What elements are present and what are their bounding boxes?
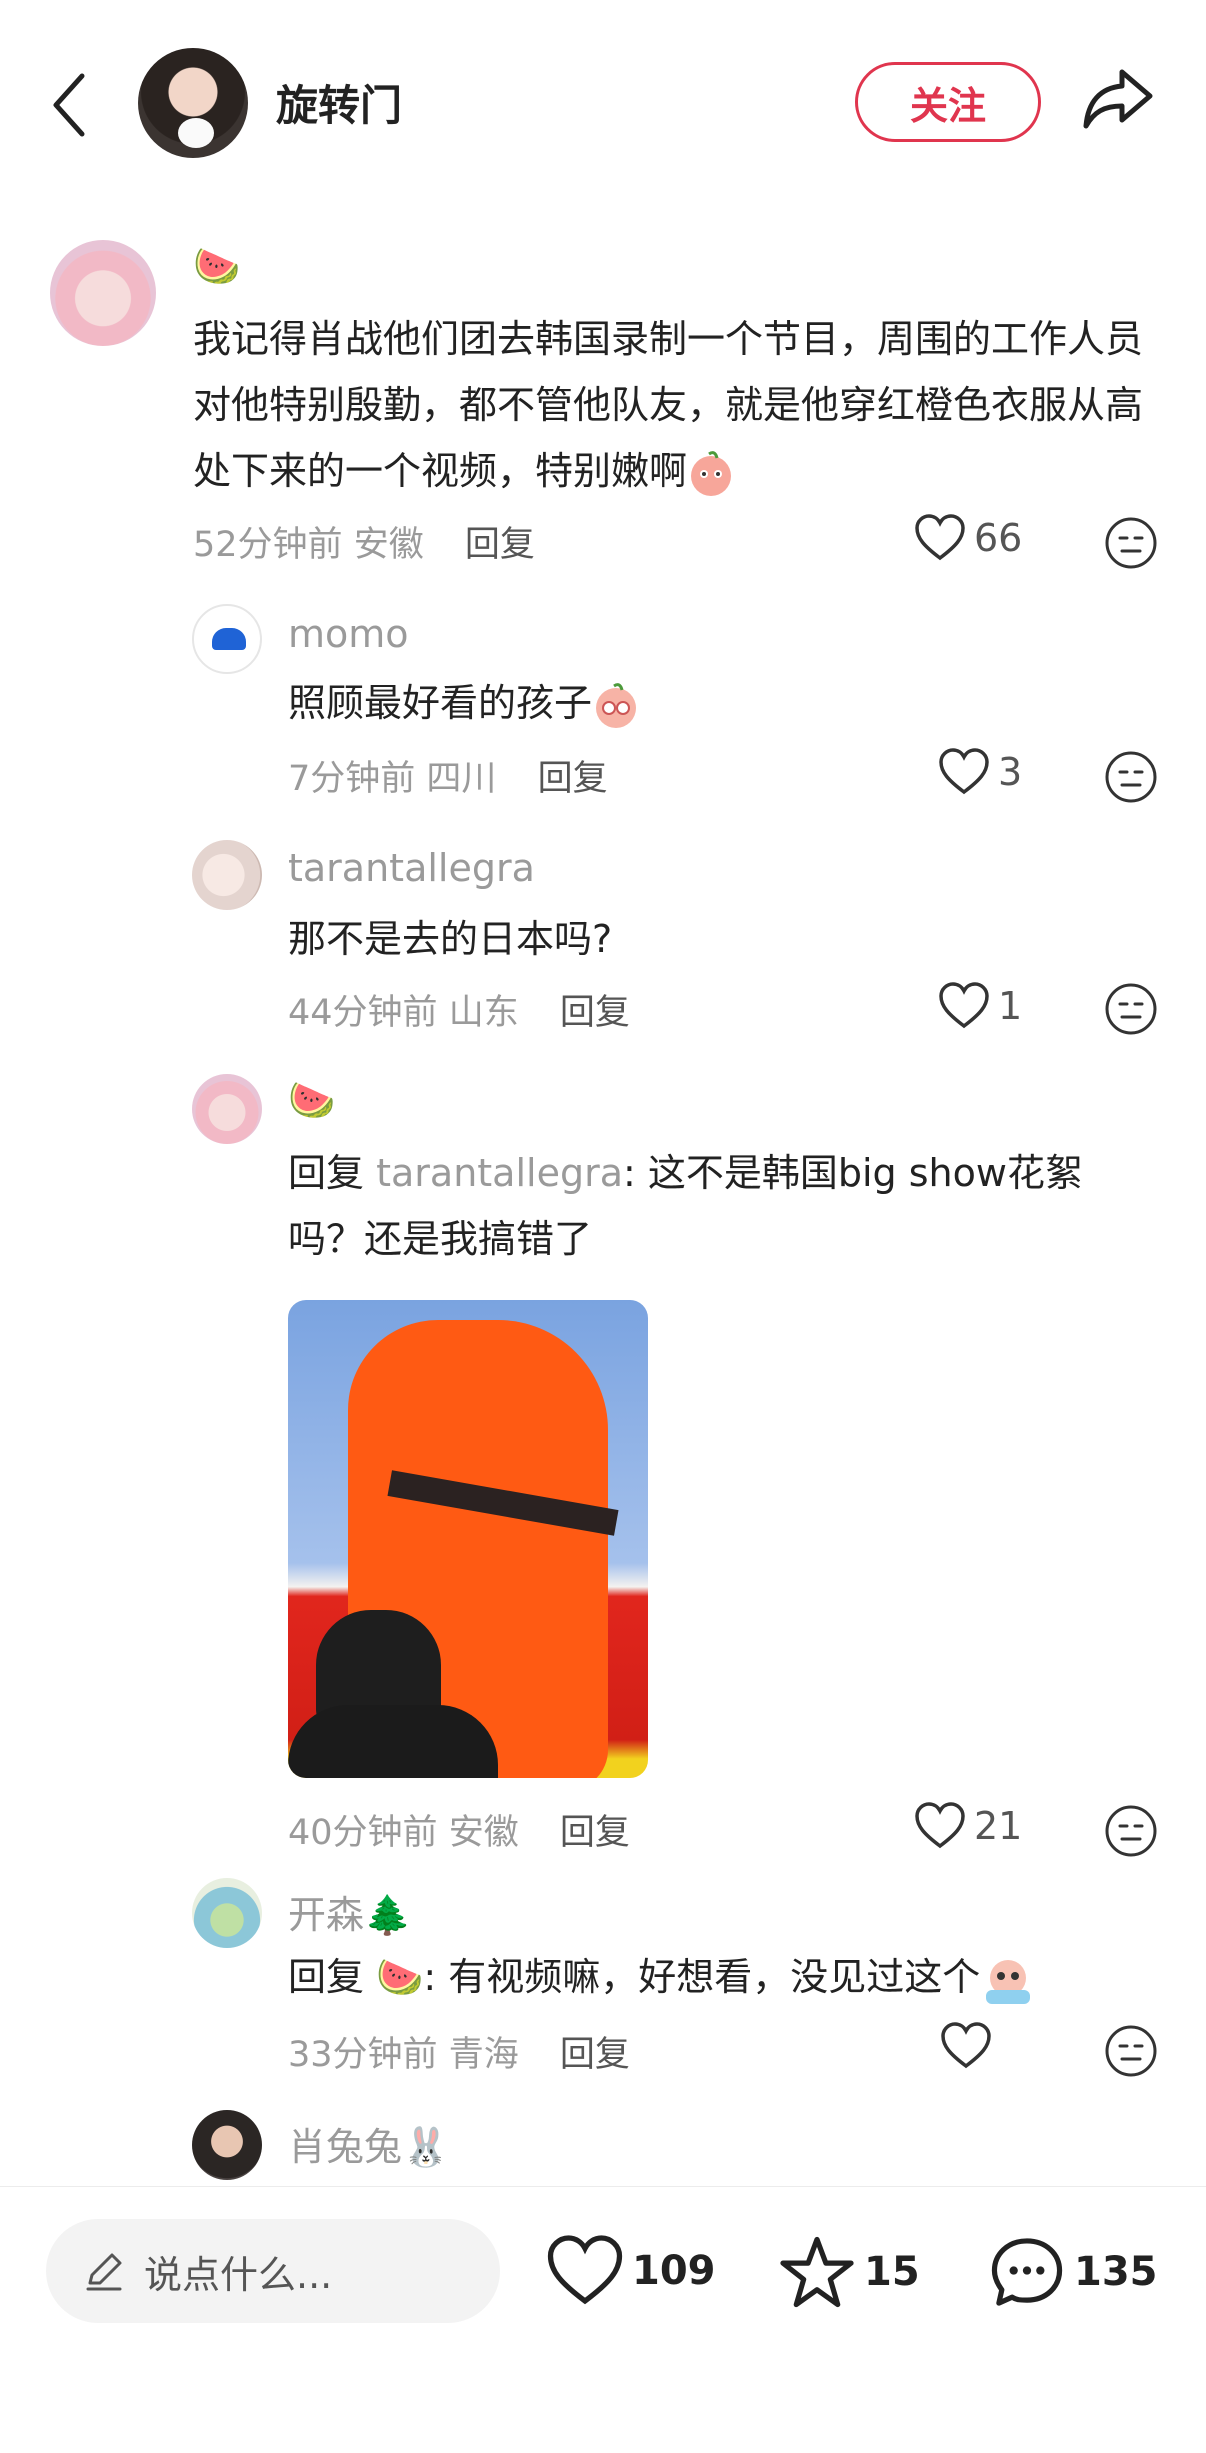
heart-icon — [915, 514, 965, 561]
reply-button[interactable]: 回复 — [560, 1813, 630, 1853]
reply-like-button[interactable] — [940, 2022, 1000, 2070]
like-button[interactable]: 109 — [546, 2235, 716, 2307]
reply-avatar[interactable] — [192, 1878, 262, 1948]
mention-link[interactable]: tarantallegra — [376, 1151, 623, 1195]
reply-username[interactable]: 肖兔兔🐰 — [288, 2116, 449, 2171]
reply-avatar[interactable] — [192, 1074, 262, 1144]
like-total: 109 — [632, 2248, 716, 2294]
reply-text: 回复 🍉: 有视频嘛，好想看，没见过这个 — [288, 1944, 1036, 2010]
comment-location: 安徽 — [353, 525, 424, 565]
reply-button[interactable]: 回复 — [560, 993, 630, 1033]
reply-meta: 40分钟前 安徽 回复 — [288, 1813, 630, 1853]
reply-meta: 44分钟前 山东 回复 — [288, 993, 630, 1033]
tree-emoji: 🌲 — [364, 1893, 412, 1937]
reply-avatar[interactable] — [192, 604, 262, 674]
reaction-face-icon[interactable] — [1104, 1804, 1158, 1858]
star-icon — [780, 2236, 854, 2308]
commenter-avatar[interactable] — [50, 240, 156, 346]
reply-username[interactable]: tarantallegra — [288, 846, 535, 890]
reply-button[interactable]: 回复 — [560, 2035, 630, 2075]
heart-icon — [939, 748, 989, 795]
reaction-face-icon[interactable] — [1104, 2024, 1158, 2078]
comment-total: 135 — [1074, 2249, 1158, 2295]
back-arrow-icon[interactable] — [46, 70, 96, 140]
peach-face-emoji-icon — [691, 450, 732, 496]
reply-text: 那不是去的日本吗? — [288, 917, 613, 961]
watermelon-emoji: 🍉 — [193, 244, 241, 288]
reaction-face-icon[interactable] — [1104, 516, 1158, 570]
reply-meta: 33分钟前 青海 回复 — [288, 2035, 630, 2075]
comment-meta: 52分钟前 安徽 回复 — [193, 516, 535, 567]
reply-username[interactable]: momo — [288, 612, 409, 656]
reply-button[interactable]: 回复 — [538, 759, 608, 799]
comment-text: 我记得肖战他们团去韩国录制一个节目，周围的工作人员对他特别殷勤，都不管他队友，就… — [193, 306, 1153, 504]
reply-text: 照顾最好看的孩子 — [288, 670, 640, 736]
author-avatar[interactable] — [138, 48, 248, 158]
author-name[interactable]: 旋转门 — [276, 72, 402, 133]
favorite-total: 15 — [864, 2249, 920, 2295]
mention-link[interactable]: 🍉 — [376, 1955, 423, 1999]
reply-like-button[interactable]: 21 — [914, 1802, 1022, 1850]
reply-username[interactable]: 🍉 — [288, 1078, 335, 1123]
reply-button[interactable]: 回复 — [465, 525, 535, 565]
comment-input[interactable]: 说点什么... — [46, 2219, 500, 2323]
like-count: 66 — [974, 516, 1023, 560]
comment-like-button[interactable]: 66 — [914, 514, 1022, 562]
peach-face-emoji-icon — [596, 682, 637, 728]
share-icon[interactable] — [1082, 66, 1154, 132]
reply-avatar[interactable] — [192, 840, 262, 910]
reaction-face-icon[interactable] — [1104, 982, 1158, 1036]
follow-button[interactable]: 关注 — [855, 62, 1041, 142]
reply-image[interactable] — [288, 1300, 648, 1778]
comment-time: 52分钟前 — [193, 525, 343, 565]
top-bar: 旋转门 关注 — [0, 0, 1206, 210]
reply-like-button[interactable]: 3 — [938, 748, 1022, 796]
heart-icon — [939, 982, 989, 1029]
reply-meta: 7分钟前 四川 回复 — [288, 759, 608, 799]
comment-bubble-icon — [991, 2238, 1063, 2306]
reply-avatar[interactable] — [192, 2110, 262, 2180]
rabbit-emoji: 🐰 — [402, 2125, 450, 2169]
reply-username[interactable]: 开森🌲 — [288, 1884, 411, 1939]
reply-like-button[interactable]: 1 — [938, 982, 1022, 1030]
favorite-button[interactable]: 15 — [778, 2235, 920, 2309]
watermelon-emoji: 🍉 — [288, 1078, 336, 1122]
heart-icon — [547, 2235, 623, 2305]
pencil-icon — [86, 2253, 122, 2291]
comment-input-placeholder: 说点什么... — [144, 2252, 333, 2297]
comments-button[interactable]: 135 — [988, 2235, 1158, 2309]
crying-face-emoji-icon — [986, 1959, 1031, 2004]
reply-text: 回复 tarantallegra: 这不是韩国big show花絮 吗？还是我搞… — [288, 1151, 1083, 1261]
bottom-action-bar: 说点什么... 109 15 135 — [0, 2186, 1206, 2453]
heart-icon — [941, 2022, 991, 2069]
commenter-name[interactable]: 🍉 — [193, 244, 240, 289]
reaction-face-icon[interactable] — [1104, 750, 1158, 804]
heart-icon — [915, 1802, 965, 1849]
